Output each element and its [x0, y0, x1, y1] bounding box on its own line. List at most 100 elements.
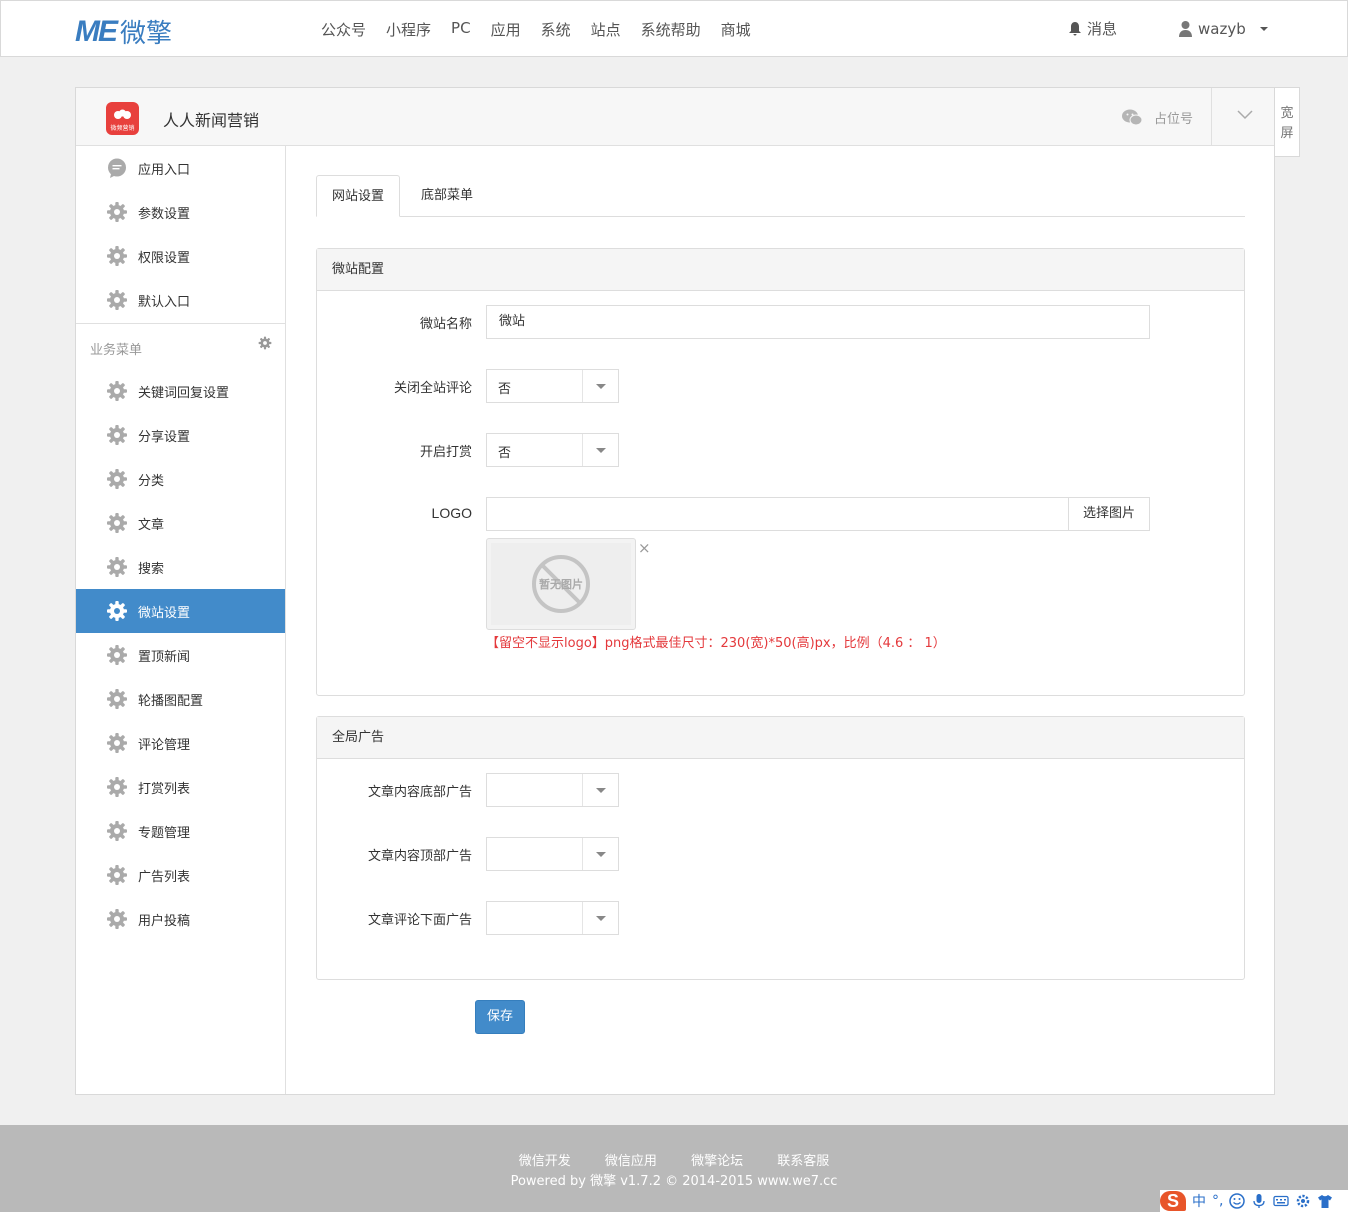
site-name-input[interactable]: 微站: [486, 305, 1150, 339]
sidebar-item-label: 参数设置: [138, 207, 191, 222]
brand-logo[interactable]: ME 微擎: [75, 13, 172, 50]
chevron-down-icon[interactable]: [1237, 110, 1253, 120]
sidebar-item-comments[interactable]: 评论管理: [76, 721, 285, 765]
select-divider: [582, 838, 583, 870]
footer-link-forum[interactable]: 微擎论坛: [691, 1154, 743, 1169]
gear-icon: [106, 468, 128, 490]
nav-item-mini-program[interactable]: 小程序: [386, 19, 431, 40]
footer-link-wechat-dev[interactable]: 微信开发: [519, 1154, 571, 1169]
wide-screen-toggle[interactable]: 宽 屏: [1274, 87, 1300, 157]
settings-icon[interactable]: [1295, 1193, 1311, 1209]
nav-item-system[interactable]: 系统: [541, 19, 571, 40]
tabs: 网站设置 底部菜单: [316, 175, 1245, 217]
sidebar-item-entry[interactable]: 应用入口: [76, 146, 285, 190]
no-image-placeholder: 暂无图片: [491, 543, 631, 625]
logo-url-input[interactable]: [486, 497, 1069, 531]
sidebar-item-label: 分享设置: [138, 430, 191, 445]
gear-icon: [106, 820, 128, 842]
ad-bottom-select[interactable]: [486, 773, 619, 807]
app-logo-text: 微频营销: [110, 125, 135, 132]
sidebar-item-top-news[interactable]: 置顶新闻: [76, 633, 285, 677]
nav-item-system-help[interactable]: 系统帮助: [641, 19, 701, 40]
sidebar-item-user-submissions[interactable]: 用户投稿: [76, 897, 285, 941]
sidebar-item-label: 评论管理: [138, 738, 191, 753]
ad-comment-select[interactable]: [486, 901, 619, 935]
sidebar-item-ads[interactable]: 广告列表: [76, 853, 285, 897]
sidebar-group-label: 业务菜单: [90, 343, 143, 358]
keyboard-icon[interactable]: [1273, 1193, 1290, 1209]
sidebar-item-article[interactable]: 文章: [76, 501, 285, 545]
sidebar-item-site-settings[interactable]: 微站设置: [76, 589, 285, 633]
microphone-icon[interactable]: [1251, 1193, 1267, 1209]
emoji-icon[interactable]: [1229, 1193, 1246, 1209]
sidebar-item-category[interactable]: 分类: [76, 457, 285, 501]
sidebar-item-label: 权限设置: [138, 251, 191, 266]
chevron-down-icon: [596, 384, 606, 389]
remove-image-icon[interactable]: ×: [638, 539, 651, 557]
tab-bottom-menu[interactable]: 底部菜单: [406, 175, 488, 217]
select-divider: [582, 774, 583, 806]
ad-top-select[interactable]: [486, 837, 619, 871]
chevron-down-icon: [596, 916, 606, 921]
sidebar-item-label: 打赏列表: [138, 782, 191, 797]
logo-text: 微擎: [120, 19, 173, 49]
ad-bottom-label: 文章内容底部广告: [367, 785, 472, 800]
logo-label: LOGO: [431, 505, 472, 521]
footer-copyright: Powered by 微擎 v1.7.2 © 2014-2015 www.we7…: [510, 1174, 838, 1189]
ime-toolbar[interactable]: S 中 °,: [1160, 1190, 1348, 1212]
reward-select[interactable]: 否: [486, 433, 619, 467]
sidebar-item-carousel[interactable]: 轮播图配置: [76, 677, 285, 721]
ad-top-label: 文章内容顶部广告: [367, 849, 472, 864]
sidebar-item-search[interactable]: 搜索: [76, 545, 285, 589]
sidebar-item-label: 微站设置: [138, 606, 191, 621]
global-ads-box: 全局广告 文章内容底部广告 文章内容顶部广告 文章评论下面广告: [316, 716, 1245, 980]
gear-icon: [106, 864, 128, 886]
gear-icon: [106, 556, 128, 578]
close-comments-select[interactable]: 否: [486, 369, 619, 403]
sidebar: 应用入口参数设置权限设置默认入口业务菜单关键词回复设置分享设置分类文章 搜索微站设…: [76, 146, 286, 1094]
ime-punct[interactable]: °,: [1212, 1193, 1223, 1209]
close-comments-label: 关闭全站评论: [393, 381, 472, 396]
gear-icon: [106, 732, 128, 754]
wide-screen-line1: 宽: [1280, 106, 1294, 121]
sidebar-item-rewards[interactable]: 打赏列表: [76, 765, 285, 809]
gear-icon: [106, 600, 128, 622]
save-button[interactable]: 保存: [475, 1000, 525, 1034]
chevron-down-icon: [596, 448, 606, 453]
placeholder-account-label: 占位号: [1154, 112, 1194, 127]
site-name-label: 微站名称: [419, 317, 472, 332]
nav-item-official-account[interactable]: 公众号: [321, 19, 366, 40]
skin-shirt-icon[interactable]: [1317, 1193, 1333, 1209]
bell-icon: [1069, 21, 1081, 35]
user-icon: [1179, 20, 1193, 37]
logo-hint: 【留空不显示logo】png格式最佳尺寸：230(宽)*50(高)px，比例（4…: [486, 636, 946, 651]
nav-item-apps[interactable]: 应用: [491, 19, 521, 40]
main-panel: 微频营销 人人新闻营销 占位号 应用入口 参数设置 权限设置 默认入口 业务菜单 关键词回…: [75, 87, 1275, 1095]
footer-links: 微信开发 微信应用 微擎论坛 联系客服: [0, 1150, 1348, 1169]
ime-lang[interactable]: 中: [1192, 1191, 1206, 1211]
user-menu[interactable]: wazyb: [1179, 20, 1268, 38]
pick-image-button[interactable]: 选择图片: [1068, 497, 1150, 531]
reward-value: 否: [498, 446, 512, 461]
sidebar-item-default-entry[interactable]: 默认入口: [76, 278, 285, 322]
gear-icon[interactable]: [258, 336, 272, 350]
account-switcher[interactable]: 占位号: [1122, 108, 1193, 127]
footer-link-wechat-apps[interactable]: 微信应用: [605, 1154, 657, 1169]
nav-item-store[interactable]: 商城: [721, 19, 751, 40]
select-divider: [582, 902, 583, 934]
nav-item-pc[interactable]: PC: [451, 19, 471, 40]
sidebar-item-label: 置顶新闻: [138, 650, 191, 665]
sidebar-item-permissions[interactable]: 权限设置: [76, 234, 285, 278]
sidebar-item-topics[interactable]: 专题管理: [76, 809, 285, 853]
sidebar-item-params[interactable]: 参数设置: [76, 190, 285, 234]
sidebar-item-keyword-reply[interactable]: 关键词回复设置: [76, 369, 285, 413]
footer-link-support[interactable]: 联系客服: [777, 1154, 829, 1169]
close-comments-value: 否: [498, 382, 512, 397]
sidebar-item-share[interactable]: 分享设置: [76, 413, 285, 457]
gear-icon: [106, 512, 128, 534]
nav-item-site[interactable]: 站点: [591, 19, 621, 40]
sidebar-item-label: 分类: [138, 474, 165, 489]
tab-site-settings[interactable]: 网站设置: [316, 175, 401, 217]
messages-link[interactable]: 消息: [1069, 18, 1117, 39]
gear-icon: [106, 201, 128, 223]
